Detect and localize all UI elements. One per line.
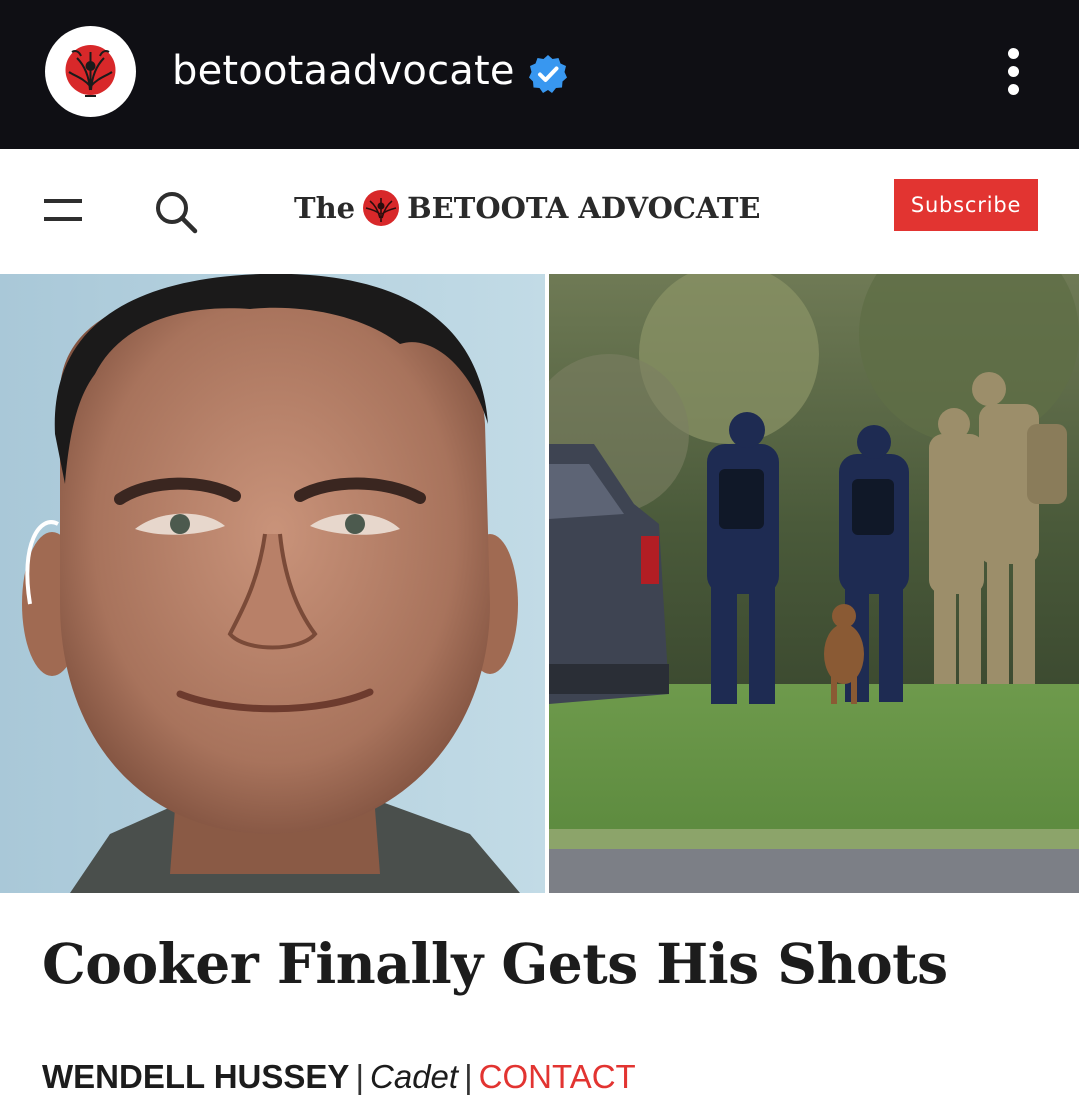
site-logo[interactable]: The BETOOTA ADVOCATE	[294, 186, 761, 230]
article-headline: Cooker Finally Gets His Shots	[42, 931, 948, 996]
article-byline: WENDELL HUSSEY | Cadet | CONTACT	[42, 1058, 636, 1096]
subscribe-button[interactable]: Subscribe	[894, 179, 1038, 231]
contact-link[interactable]: CONTACT	[479, 1058, 636, 1096]
betoota-logo-icon	[52, 33, 129, 110]
brand-prefix: The	[294, 191, 356, 225]
byline-separator: |	[355, 1058, 365, 1095]
profile-username[interactable]: betootaadvocate	[172, 48, 515, 94]
author-role: Cadet	[370, 1058, 459, 1095]
site-navigation-bar: The BETOOTA ADVOCATE Subscribe	[0, 149, 1079, 274]
mugshot-photo	[0, 274, 545, 893]
byline-separator: |	[464, 1058, 473, 1095]
brand-name: BETOOTA ADVOCATE	[407, 191, 761, 225]
instagram-post-header: betootaadvocate	[0, 0, 1079, 149]
more-options-icon[interactable]	[998, 44, 1030, 100]
betoota-emblem-icon	[363, 190, 400, 226]
author-name[interactable]: WENDELL HUSSEY	[42, 1058, 349, 1096]
profile-avatar[interactable]	[45, 26, 136, 117]
hamburger-menu-icon[interactable]	[44, 193, 84, 227]
verified-badge-icon	[529, 55, 567, 93]
article-hero-images	[0, 274, 1079, 893]
police-scene-photo	[549, 274, 1079, 893]
search-icon[interactable]	[150, 187, 202, 239]
